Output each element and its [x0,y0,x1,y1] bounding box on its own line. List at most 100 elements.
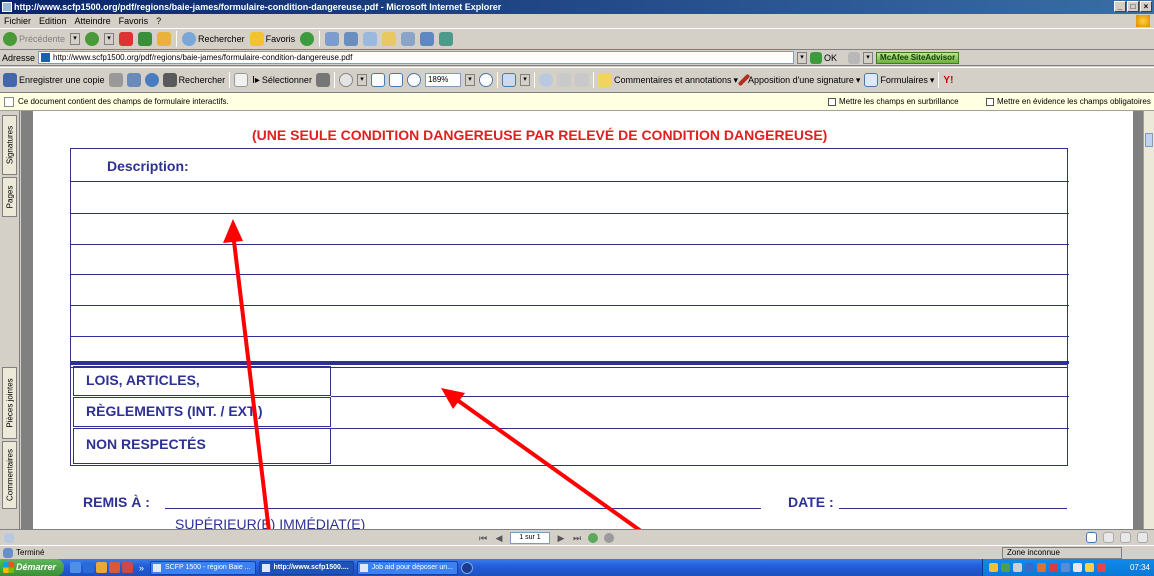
tray-icon-7[interactable] [1061,563,1070,572]
address-dropdown-icon[interactable]: ▾ [797,51,808,64]
highlight-fields-checkbox[interactable]: Mettre les champs en surbrillance [828,96,959,107]
search-button[interactable]: Rechercher [182,32,245,46]
continuous-facing-icon[interactable] [1137,532,1148,543]
ie-quicklaunch-icon[interactable] [83,562,94,573]
yahoo-toolbar-icon[interactable]: Y! [943,75,953,86]
back-dropdown-icon[interactable]: ▾ [70,33,81,45]
menu-edition[interactable]: Edition [39,14,67,28]
start-button[interactable]: Démarrer [0,559,64,576]
tray-icon-1[interactable] [989,563,998,572]
vertical-scrollbar[interactable] [1143,111,1154,529]
print-icon[interactable] [344,32,359,46]
desktop-icon[interactable] [70,562,81,573]
task-job-aid[interactable]: Job aid pour déposer un... [356,560,459,575]
menu-favoris[interactable]: Favoris [119,14,149,28]
fit-page-icon[interactable] [388,73,403,87]
document-icon[interactable] [574,73,589,87]
tray-icon-8[interactable] [1073,563,1082,572]
next-page-icon[interactable]: ▶ [556,533,566,543]
tab-comments[interactable]: Commentaires [2,441,17,509]
zoom-out-icon[interactable] [406,73,421,87]
tray-icon-2[interactable] [1001,563,1010,572]
tray-icon-6[interactable] [1049,563,1058,572]
next-view-icon[interactable] [604,533,614,543]
hp-icon[interactable] [461,561,474,574]
tray-icon-5[interactable] [1037,563,1046,572]
messenger-quicklaunch-icon[interactable] [96,562,107,573]
tray-icon-4[interactable] [1025,563,1034,572]
page-layout-icon[interactable] [501,73,516,87]
history-icon[interactable] [300,32,315,46]
favorites-button[interactable]: Favoris [249,32,295,46]
zoom-plus-icon[interactable] [478,73,493,87]
undo-icon[interactable] [556,73,571,87]
research-icon[interactable] [420,32,435,46]
go-button[interactable]: OK [810,51,837,64]
mcafee-siteadvisor-button[interactable]: McAfee SiteAdvisor [876,51,960,64]
home-icon[interactable] [157,32,172,46]
menu-atteindre[interactable]: Atteindre [75,14,111,28]
save-copy-button[interactable]: Enregistrer une copie [3,73,105,87]
mail-icon[interactable] [325,32,340,46]
refresh-icon[interactable] [138,32,153,46]
page-layout-dropdown-icon[interactable]: ▾ [519,74,530,86]
minimize-button[interactable]: _ [1114,1,1126,12]
menu-help[interactable]: ? [156,14,161,28]
firefox-icon[interactable] [109,562,120,573]
tray-icon-9[interactable] [1085,563,1094,572]
panel-toggle-icon[interactable] [4,532,14,543]
zoom-level-input[interactable]: 189% [424,73,461,87]
zoom-tool-dropdown-icon[interactable]: ▾ [356,74,367,86]
checkbox-box[interactable] [828,97,836,106]
forward-dropdown-icon[interactable]: ▾ [104,33,115,45]
highlight-required-checkbox[interactable]: Mettre en évidence les champs obligatoir… [986,96,1151,107]
web-icon[interactable] [144,73,159,87]
pdf-document-area[interactable]: (UNE SEULE CONDITION DANGEREUSE PAR RELE… [21,111,1143,529]
previous-view-icon[interactable] [588,533,598,543]
menu-fichier[interactable]: Fichier [4,14,31,28]
rotate-icon[interactable] [538,73,553,87]
zoom-in-icon[interactable] [338,73,353,87]
window-title-bar[interactable]: http://www.scfp1500.org/pdf/regions/baie… [0,0,1154,14]
comments-annotations-button[interactable]: Commentaires et annotations ▾ [597,73,738,87]
folder-icon[interactable] [382,32,397,46]
users-icon[interactable] [439,32,454,46]
task-scfp-region[interactable]: SCFP 1500 - région Baie ... [150,560,256,575]
forward-arrow-icon[interactable] [85,32,100,46]
messenger-icon[interactable] [401,32,416,46]
tray-icon-3[interactable] [1013,563,1022,572]
checkbox-box[interactable] [986,97,994,106]
links-dropdown-icon[interactable]: ▾ [863,51,874,64]
signature-button[interactable]: Apposition d'une signature ▾ [737,73,860,87]
pdf-search-button[interactable]: Rechercher [162,73,225,87]
acrobat-icon[interactable] [122,562,133,573]
hand-tool-icon[interactable] [234,73,249,87]
quick-launch-overflow[interactable]: » [139,563,144,573]
tab-pages[interactable]: Pages [2,177,17,217]
zoom-dropdown-icon[interactable]: ▾ [464,74,475,86]
address-input[interactable]: http://www.scfp1500.org/pdf/regions/baie… [38,51,795,64]
tab-signatures[interactable]: Signatures [2,115,17,175]
edit-icon[interactable] [363,32,378,46]
page-number-input[interactable]: 1 sur 1 [510,532,550,544]
links-icon[interactable] [848,51,861,64]
close-button[interactable]: × [1140,1,1152,12]
task-scfp-pdf[interactable]: http://www.scfp1500.... [258,560,354,575]
back-button[interactable]: Précédente [3,32,65,46]
print-icon[interactable] [108,73,123,87]
select-tool-button[interactable]: I▸ Sélectionner [252,75,312,86]
first-page-icon[interactable]: ⏮ [478,533,488,543]
snapshot-icon[interactable] [315,73,330,87]
tab-attachments[interactable]: Pièces jointes [2,367,17,439]
email-icon[interactable] [126,73,141,87]
facing-icon[interactable] [1120,532,1131,543]
continuous-icon[interactable] [1103,532,1114,543]
forms-button[interactable]: Formulaires ▾ [864,73,934,87]
tray-icon-10[interactable] [1097,563,1106,572]
single-page-icon[interactable] [1086,532,1097,543]
maximize-button[interactable]: □ [1127,1,1139,12]
last-page-icon[interactable]: ⏭ [572,533,582,543]
stop-icon[interactable] [119,32,134,46]
actual-size-icon[interactable] [370,73,385,87]
previous-page-icon[interactable]: ◀ [494,533,504,543]
